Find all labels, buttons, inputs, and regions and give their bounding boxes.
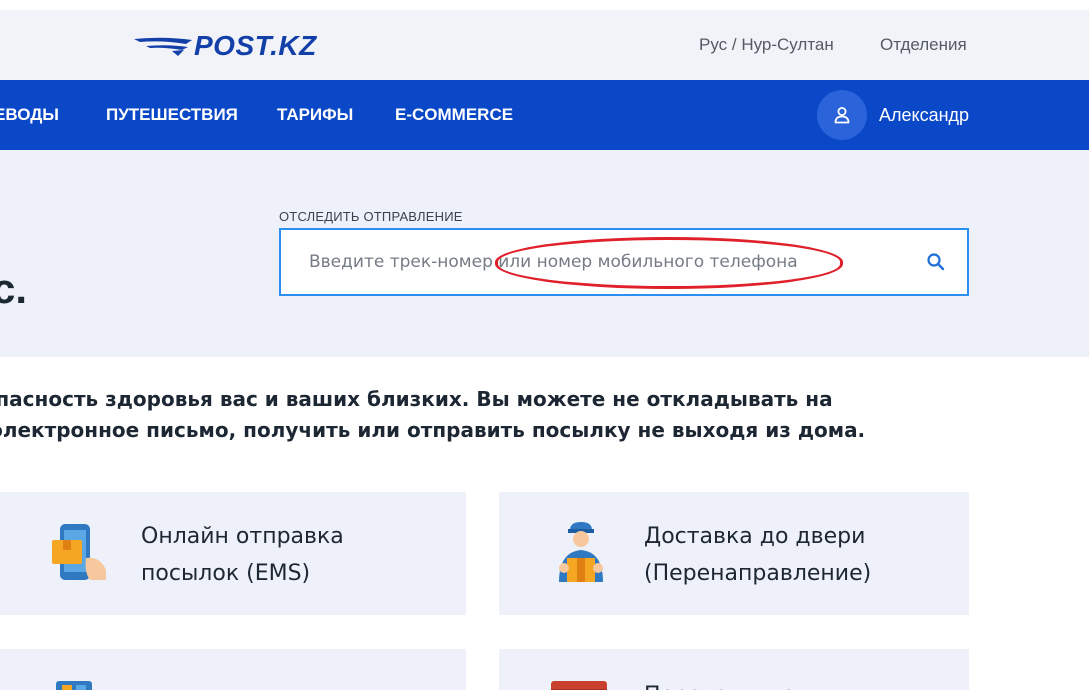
hero-section: с. ОТСЛЕДИТЬ ОТПРАВЛЕНИЕ <box>0 150 1089 357</box>
user-name[interactable]: Александр <box>879 105 969 126</box>
nav-item-travel[interactable]: ПУТЕШЕСТВИЯ <box>106 105 238 125</box>
track-label: ОТСЛЕДИТЬ ОТПРАВЛЕНИЕ <box>279 209 463 224</box>
service-card-online-ems[interactable]: Онлайн отправка посылок (EMS) <box>0 492 466 615</box>
nav-item-ecommerce[interactable]: E-COMMERCE <box>395 105 513 125</box>
user-avatar[interactable] <box>817 90 867 140</box>
card-title: Онлайн отправка посылок (EMS) <box>141 524 344 586</box>
main-nav: ЕВОДЫ ПУТЕШЕСТВИЯ ТАРИФЫ E-COMMERCE Алек… <box>0 80 1089 150</box>
intro-line-1: зопасность здоровья вас и ваших близких.… <box>0 387 833 411</box>
phone-parcel-icon <box>52 524 106 580</box>
logo-wings-icon <box>134 37 192 56</box>
nav-item-transfers[interactable]: ЕВОДЫ <box>0 105 59 125</box>
track-number-input[interactable] <box>309 230 909 294</box>
hero-heading: с. <box>0 265 28 312</box>
card-icon <box>56 681 92 690</box>
search-icon[interactable] <box>924 250 948 274</box>
card-title: Переводы по <box>644 677 795 690</box>
language-city-selector[interactable]: Рус / Нур-Султан <box>699 35 834 55</box>
card-title: Доставка до двери (Перенаправление) <box>644 524 872 586</box>
logo-text: POST.KZ <box>194 30 317 61</box>
page: POST.KZ Рус / Нур-Султан Отделения ЕВОДЫ… <box>0 0 1089 690</box>
post-kz-logo[interactable]: POST.KZ <box>134 29 317 63</box>
track-search-box <box>279 228 969 296</box>
nav-item-tariffs[interactable]: ТАРИФЫ <box>277 105 353 125</box>
intro-text: зопасность здоровья вас и ваших близких.… <box>0 384 930 446</box>
service-card-cards[interactable] <box>0 649 466 690</box>
intro-line-2: и электронное письмо, получить или отпра… <box>0 418 866 442</box>
service-card-transfers[interactable]: Переводы по <box>499 649 969 690</box>
courier-icon <box>559 522 603 582</box>
top-bar: POST.KZ Рус / Нур-Султан Отделения <box>0 10 1089 80</box>
transfer-icon <box>551 681 607 690</box>
user-icon <box>834 107 850 124</box>
service-card-door-delivery[interactable]: Доставка до двери (Перенаправление) <box>499 492 969 615</box>
branches-link[interactable]: Отделения <box>880 35 967 55</box>
